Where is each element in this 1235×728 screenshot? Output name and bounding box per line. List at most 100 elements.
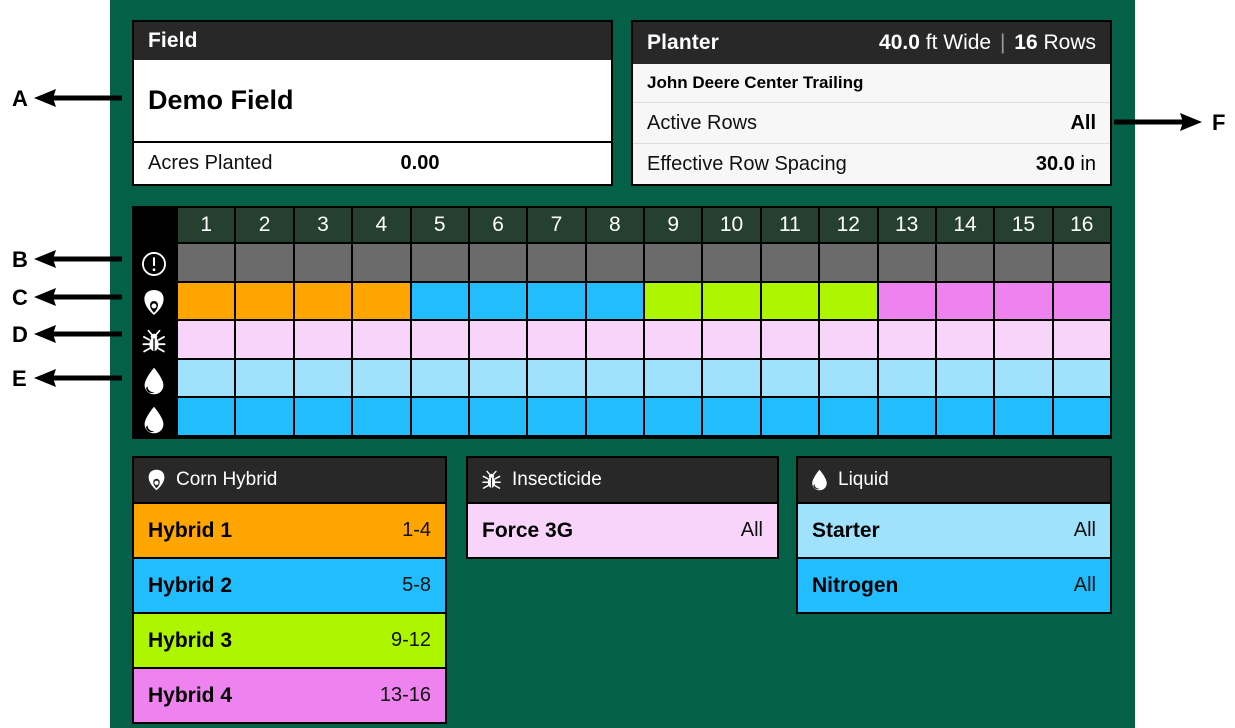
row-grid-column-header[interactable]: 8 — [584, 206, 645, 244]
row-grid-cell[interactable] — [234, 242, 295, 283]
row-grid-column-header[interactable]: 5 — [409, 206, 470, 244]
corn-hybrid-legend-item[interactable]: Hybrid 3 9-12 — [134, 612, 445, 667]
row-grid-cell[interactable] — [818, 242, 879, 283]
liquid-legend-item[interactable]: Nitrogen All — [798, 557, 1110, 612]
row-grid-cell[interactable] — [876, 280, 937, 322]
row-grid-cell[interactable] — [759, 319, 821, 360]
row-grid-cell[interactable] — [643, 396, 704, 437]
row-grid-cell[interactable] — [993, 242, 1054, 283]
row-grid-cell[interactable] — [993, 319, 1054, 360]
liquid-legend-item[interactable]: Starter All — [798, 502, 1110, 557]
row-grid-column-header[interactable]: 6 — [467, 206, 529, 244]
row-grid-cell[interactable] — [409, 319, 470, 360]
row-grid-cell[interactable] — [643, 319, 704, 360]
row-grid-cell[interactable] — [584, 357, 645, 399]
row-grid-cell[interactable] — [876, 396, 937, 437]
field-name-box[interactable]: Demo Field — [134, 60, 611, 143]
corn-hybrid-legend-item[interactable]: Hybrid 2 5-8 — [134, 557, 445, 612]
row-grid-cell[interactable] — [234, 357, 295, 399]
row-grid-cell[interactable] — [701, 357, 762, 399]
row-grid-cell[interactable] — [701, 319, 762, 360]
row-grid-cell[interactable] — [176, 242, 237, 283]
row-grid-cell[interactable] — [351, 242, 412, 283]
row-grid-cell[interactable] — [818, 280, 879, 322]
row-grid-cell[interactable] — [993, 280, 1054, 322]
row-status-grid[interactable]: 1 2 3 4 5 6 7 8 9 10 11 12 13 14 15 16 — [132, 206, 1112, 439]
row-grid-cell[interactable] — [876, 242, 937, 283]
row-grid-column-header[interactable]: 1 — [176, 206, 237, 244]
row-grid-cell[interactable] — [934, 280, 996, 322]
row-grid-cell[interactable] — [409, 357, 470, 399]
corn-hybrid-legend-panel[interactable]: Corn Hybrid Hybrid 1 1-4 Hybrid 2 5-8 Hybrid… — [132, 456, 447, 724]
row-grid-cell[interactable] — [234, 280, 295, 322]
row-grid-column-header[interactable]: 16 — [1051, 206, 1112, 244]
row-grid-column-header[interactable]: 7 — [526, 206, 587, 244]
row-grid-cell[interactable] — [759, 242, 821, 283]
row-grid-cell[interactable] — [292, 319, 354, 360]
row-grid-cell[interactable] — [876, 357, 937, 399]
row-grid-cell[interactable] — [467, 357, 529, 399]
row-grid-cell[interactable] — [993, 357, 1054, 399]
row-grid-cell[interactable] — [292, 396, 354, 437]
row-grid-cell[interactable] — [643, 280, 704, 322]
row-grid-cell[interactable] — [351, 396, 412, 437]
row-grid-cell[interactable] — [934, 319, 996, 360]
insecticide-legend-item[interactable]: Force 3G All — [468, 502, 777, 557]
row-grid-cell[interactable] — [643, 242, 704, 283]
corn-hybrid-legend-item[interactable]: Hybrid 1 1-4 — [134, 502, 445, 557]
row-grid-cell[interactable] — [1051, 242, 1112, 283]
row-grid-column-header[interactable]: 4 — [351, 206, 412, 244]
row-grid-cell[interactable] — [701, 242, 762, 283]
row-grid-cell[interactable] — [584, 319, 645, 360]
row-grid-cell[interactable] — [409, 242, 470, 283]
row-grid-column-header[interactable]: 10 — [701, 206, 762, 244]
row-grid-cell[interactable] — [934, 357, 996, 399]
row-grid-cell[interactable] — [351, 357, 412, 399]
row-grid-column-header[interactable]: 14 — [934, 206, 996, 244]
row-grid-cell[interactable] — [1051, 280, 1112, 322]
row-grid-cell[interactable] — [526, 280, 587, 322]
row-grid-cell[interactable] — [409, 396, 470, 437]
row-grid-cell[interactable] — [526, 357, 587, 399]
row-grid-cell[interactable] — [993, 396, 1054, 437]
insecticide-legend-panel[interactable]: Insecticide Force 3G All — [466, 456, 779, 559]
row-grid-cell[interactable] — [176, 319, 237, 360]
row-grid-cell[interactable] — [584, 242, 645, 283]
row-grid-cell[interactable] — [643, 357, 704, 399]
row-grid-cell[interactable] — [467, 280, 529, 322]
row-grid-column-header[interactable]: 9 — [643, 206, 704, 244]
row-grid-column-header[interactable]: 12 — [818, 206, 879, 244]
row-grid-cell[interactable] — [351, 319, 412, 360]
row-grid-cell[interactable] — [1051, 396, 1112, 437]
row-grid-cell[interactable] — [876, 319, 937, 360]
row-grid-cell[interactable] — [934, 396, 996, 437]
row-grid-cell[interactable] — [176, 357, 237, 399]
row-grid-cell[interactable] — [467, 319, 529, 360]
row-grid-column-header[interactable]: 13 — [876, 206, 937, 244]
row-grid-column-header[interactable]: 3 — [292, 206, 354, 244]
row-grid-cell[interactable] — [526, 319, 587, 360]
row-grid-cell[interactable] — [234, 319, 295, 360]
row-grid-cell[interactable] — [1051, 319, 1112, 360]
row-grid-cell[interactable] — [176, 396, 237, 437]
row-grid-column-header[interactable]: 2 — [234, 206, 295, 244]
row-grid-column-header[interactable]: 11 — [759, 206, 821, 244]
row-grid-cell[interactable] — [467, 242, 529, 283]
corn-hybrid-legend-item[interactable]: Hybrid 4 13-16 — [134, 667, 445, 722]
row-grid-cell[interactable] — [584, 280, 645, 322]
row-grid-cell[interactable] — [759, 357, 821, 399]
row-grid-cell[interactable] — [701, 396, 762, 437]
row-grid-cell[interactable] — [584, 396, 645, 437]
row-grid-cell[interactable] — [234, 396, 295, 437]
row-grid-cell[interactable] — [818, 319, 879, 360]
row-grid-cell[interactable] — [526, 396, 587, 437]
planter-panel[interactable]: Planter 40.0 ft Wide | 16 Rows John Deer… — [631, 20, 1112, 186]
row-grid-cell[interactable] — [292, 242, 354, 283]
row-grid-cell[interactable] — [759, 280, 821, 322]
field-panel[interactable]: Field Demo Field Acres Planted 0.00 — [132, 20, 613, 186]
row-grid-cell[interactable] — [292, 357, 354, 399]
row-grid-column-header[interactable]: 15 — [993, 206, 1054, 244]
row-grid-cell[interactable] — [409, 280, 470, 322]
row-grid-cell[interactable] — [351, 280, 412, 322]
row-grid-cell[interactable] — [526, 242, 587, 283]
